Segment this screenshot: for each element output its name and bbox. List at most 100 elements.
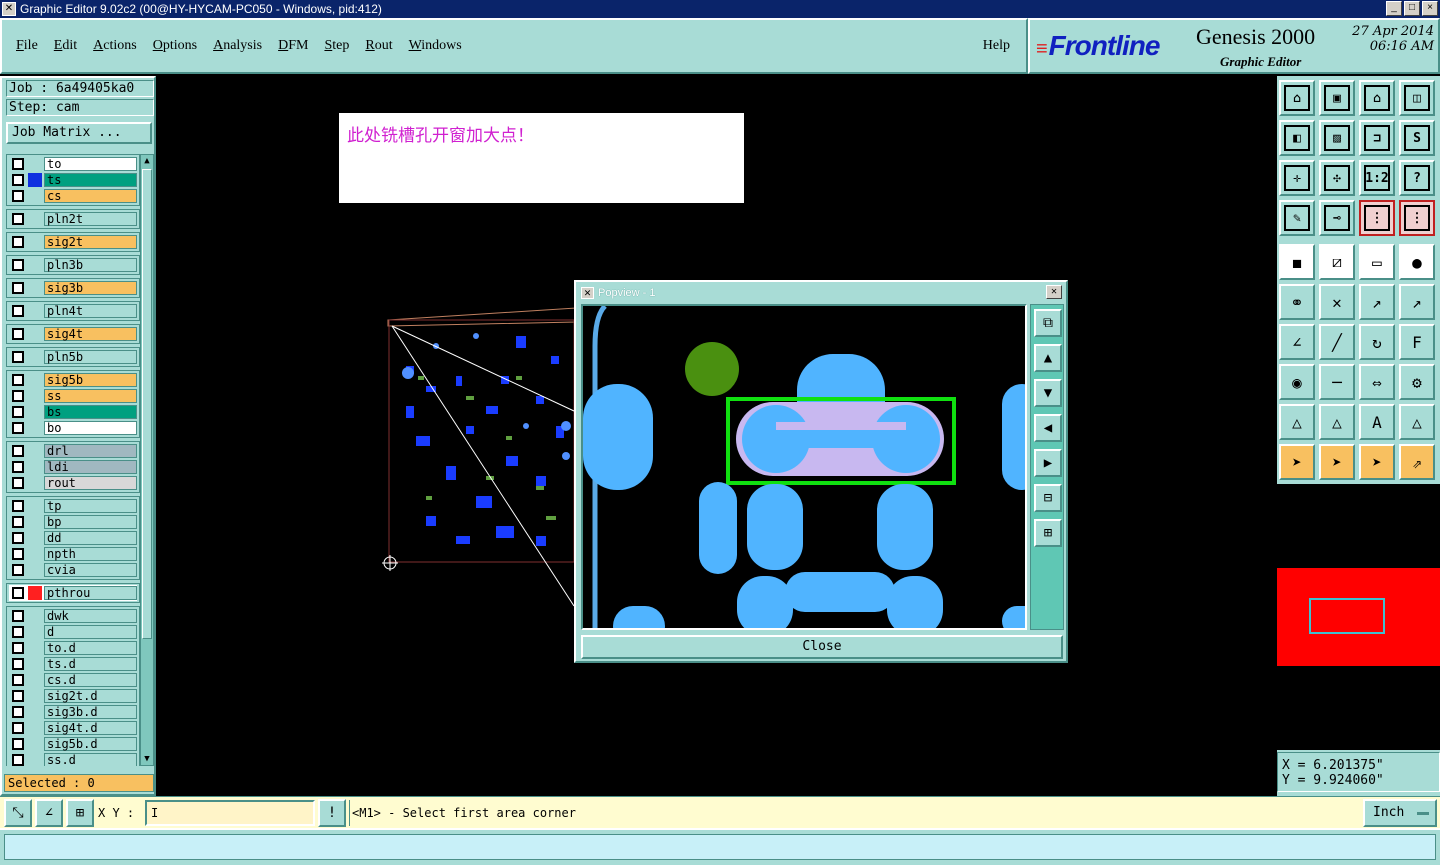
layer-color-swatch[interactable] xyxy=(28,689,42,703)
zoom-window-icon[interactable]: ⧉ xyxy=(1034,309,1062,337)
layer-color-swatch[interactable] xyxy=(28,721,42,735)
layer-row-sig2t.d[interactable]: sig2t.d xyxy=(9,688,137,704)
pointer-box-icon[interactable]: ➤ xyxy=(1319,444,1355,480)
layer-name[interactable]: cvia xyxy=(44,563,137,577)
net-red-icon[interactable]: ⋮ xyxy=(1399,200,1435,236)
layer-row-bp[interactable]: bp xyxy=(9,514,137,530)
layer-row-dwk[interactable]: dwk xyxy=(9,608,137,624)
layer-checkbox[interactable] xyxy=(12,190,24,202)
layer-row-pln5b[interactable]: pln5b xyxy=(9,349,137,365)
layer-name[interactable]: to.d xyxy=(44,641,137,655)
layer-checkbox[interactable] xyxy=(12,626,24,638)
maximize-button[interactable]: □ xyxy=(1404,1,1420,16)
pointer-net-icon[interactable]: ⇗ xyxy=(1399,444,1435,480)
layer-checkbox[interactable] xyxy=(12,259,24,271)
layer-name[interactable]: pln3b xyxy=(44,258,137,272)
layer-name[interactable]: ss.d xyxy=(44,753,137,766)
save-icon[interactable]: ▣ xyxy=(1319,80,1355,116)
layer-checkbox[interactable] xyxy=(12,706,24,718)
layer-row-pthrou[interactable]: pthrou xyxy=(9,585,137,601)
layer-checkbox[interactable] xyxy=(12,587,24,599)
xy-input[interactable]: I xyxy=(145,800,315,826)
layer-row-d[interactable]: d xyxy=(9,624,137,640)
layer-checkbox[interactable] xyxy=(12,500,24,512)
ratio-icon[interactable]: 1:2 xyxy=(1359,160,1395,196)
layer-checkbox[interactable] xyxy=(12,610,24,622)
move-icon[interactable]: ↗ xyxy=(1359,284,1395,320)
layer-checkbox[interactable] xyxy=(12,738,24,750)
layer-color-swatch[interactable] xyxy=(28,304,42,318)
layer-row-cvia[interactable]: cvia xyxy=(9,562,137,578)
layer-name[interactable]: bo xyxy=(44,421,137,435)
connect-icon[interactable]: ⚭ xyxy=(1279,284,1315,320)
menu-actions[interactable]: Actions xyxy=(93,38,137,54)
layer-color-swatch[interactable] xyxy=(28,563,42,577)
layer-name[interactable]: ldi xyxy=(44,460,137,474)
layer-name[interactable]: to xyxy=(44,157,137,171)
layer-row-pln2t[interactable]: pln2t xyxy=(9,211,137,227)
layer-row-rout[interactable]: rout xyxy=(9,475,137,491)
layer-name[interactable]: drl xyxy=(44,444,137,458)
draw-line-icon[interactable]: ⧄ xyxy=(1319,244,1355,280)
pointer-icon[interactable]: ➤ xyxy=(1279,444,1315,480)
mirror-icon[interactable]: ⊐ xyxy=(1359,120,1395,156)
split-view-icon[interactable]: ◫ xyxy=(1399,80,1435,116)
layer-checkbox[interactable] xyxy=(12,406,24,418)
menu-rout[interactable]: Rout xyxy=(365,38,392,54)
layer-name[interactable]: cs.d xyxy=(44,673,137,687)
layer-row-ss[interactable]: ss xyxy=(9,388,137,404)
layer-color-swatch[interactable] xyxy=(28,212,42,226)
layer-color-swatch[interactable] xyxy=(28,586,42,600)
layer-row-pln3b[interactable]: pln3b xyxy=(9,257,137,273)
layer-name[interactable]: npth xyxy=(44,547,137,561)
menu-help[interactable]: Help xyxy=(983,38,1010,54)
layer-color-swatch[interactable] xyxy=(28,547,42,561)
layer-color-swatch[interactable] xyxy=(28,499,42,513)
pan-left-icon[interactable]: ◀ xyxy=(1034,414,1062,442)
scroll-down-icon[interactable]: ▼ xyxy=(141,753,153,765)
cross-icon[interactable]: ✕ xyxy=(1319,284,1355,320)
layer-row-bs[interactable]: bs xyxy=(9,404,137,420)
popview-canvas[interactable] xyxy=(581,304,1027,630)
alert-icon[interactable]: ! xyxy=(318,799,346,827)
layer-list[interactable]: to ts cs pln2t sig2t pln3b sig3b pln4t sig4t pln5… xyxy=(6,154,140,766)
layer-name[interactable]: bp xyxy=(44,515,137,529)
layer-checkbox[interactable] xyxy=(12,328,24,340)
house-icon[interactable]: ⌂ xyxy=(1359,80,1395,116)
layer-row-cs.d[interactable]: cs.d xyxy=(9,672,137,688)
pan-down-icon[interactable]: ▼ xyxy=(1034,379,1062,407)
triangle-a-icon[interactable]: A xyxy=(1359,404,1395,440)
layer-color-swatch[interactable] xyxy=(28,421,42,435)
layer-name[interactable]: dwk xyxy=(44,609,137,623)
flip-icon[interactable]: F xyxy=(1399,324,1435,360)
group-icon[interactable]: ⚙ xyxy=(1399,364,1435,400)
resize-icon[interactable]: ⇔ xyxy=(1359,364,1395,400)
layer-checkbox[interactable] xyxy=(12,445,24,457)
layer-checkbox[interactable] xyxy=(12,564,24,576)
layer-checkbox[interactable] xyxy=(12,516,24,528)
layer-checkbox[interactable] xyxy=(12,374,24,386)
layer-row-bo[interactable]: bo xyxy=(9,420,137,436)
scroll-up-icon[interactable]: ▲ xyxy=(141,155,153,167)
ruler-icon[interactable]: ▭ xyxy=(1359,244,1395,280)
layer-row-sig5b[interactable]: sig5b xyxy=(9,372,137,388)
home-icon[interactable]: ⌂ xyxy=(1279,80,1315,116)
layer-row-npth[interactable]: npth xyxy=(9,546,137,562)
layer-row-sig2t[interactable]: sig2t xyxy=(9,234,137,250)
layer-color-swatch[interactable] xyxy=(28,625,42,639)
layer-color-swatch[interactable] xyxy=(28,531,42,545)
menu-step[interactable]: Step xyxy=(324,38,349,54)
layer-color-swatch[interactable] xyxy=(28,657,42,671)
menu-dfm[interactable]: DFM xyxy=(278,38,308,54)
layer-checkbox[interactable] xyxy=(12,351,24,363)
layer-name[interactable]: pln5b xyxy=(44,350,137,364)
layer-color-swatch[interactable] xyxy=(28,705,42,719)
snap-angle-icon[interactable]: ∠ xyxy=(35,799,63,827)
layer-row-ts[interactable]: ts xyxy=(9,172,137,188)
layer-row-ss.d[interactable]: ss.d xyxy=(9,752,137,766)
zoom-in-icon[interactable]: ⊞ xyxy=(1034,519,1062,547)
rotate-icon[interactable]: S xyxy=(1399,120,1435,156)
layer-name[interactable]: ts xyxy=(44,173,137,187)
layer-row-to.d[interactable]: to.d xyxy=(9,640,137,656)
triangle-x-icon[interactable]: △ xyxy=(1399,404,1435,440)
